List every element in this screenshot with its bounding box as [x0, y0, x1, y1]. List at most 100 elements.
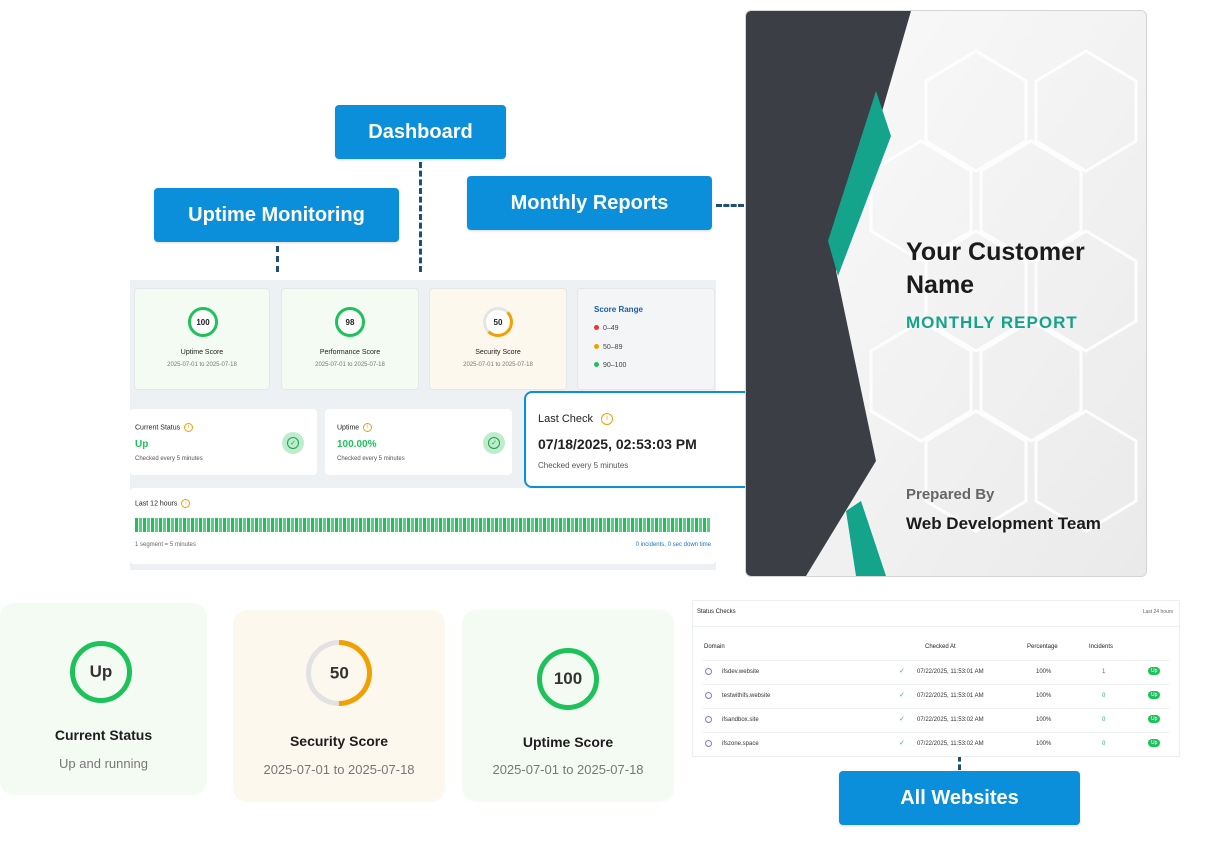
incidents-note[interactable]: 0 incidents, 0 sec down time	[636, 542, 711, 548]
uptime-segment[interactable]	[279, 518, 282, 532]
uptime-segment[interactable]	[439, 518, 442, 532]
uptime-segment[interactable]	[655, 518, 658, 532]
uptime-segment[interactable]	[587, 518, 590, 532]
uptime-segment[interactable]	[431, 518, 434, 532]
uptime-segment[interactable]	[355, 518, 358, 532]
uptime-segment[interactable]	[687, 518, 690, 532]
uptime-segment[interactable]	[383, 518, 386, 532]
uptime-segment[interactable]	[511, 518, 514, 532]
uptime-segment[interactable]	[283, 518, 286, 532]
uptime-segment[interactable]	[639, 518, 642, 532]
uptime-segment[interactable]	[679, 518, 682, 532]
uptime-segment[interactable]	[699, 518, 702, 532]
uptime-segment[interactable]	[471, 518, 474, 532]
uptime-segment[interactable]	[555, 518, 558, 532]
uptime-segment[interactable]	[495, 518, 498, 532]
uptime-segment[interactable]	[399, 518, 402, 532]
uptime-segment[interactable]	[415, 518, 418, 532]
uptime-segment[interactable]	[211, 518, 214, 532]
uptime-segment[interactable]	[147, 518, 150, 532]
uptime-segment[interactable]	[287, 518, 290, 532]
uptime-segment[interactable]	[411, 518, 414, 532]
uptime-segment[interactable]	[627, 518, 630, 532]
uptime-segment[interactable]	[535, 518, 538, 532]
uptime-segment[interactable]	[703, 518, 706, 532]
uptime-segment[interactable]	[579, 518, 582, 532]
uptime-segment[interactable]	[651, 518, 654, 532]
uptime-segment[interactable]	[563, 518, 566, 532]
uptime-segment[interactable]	[291, 518, 294, 532]
uptime-segment[interactable]	[611, 518, 614, 532]
uptime-segment[interactable]	[155, 518, 158, 532]
uptime-segment[interactable]	[335, 518, 338, 532]
uptime-segment[interactable]	[443, 518, 446, 532]
uptime-segment[interactable]	[575, 518, 578, 532]
domain-cell[interactable]: ifsandbox.site	[722, 717, 759, 723]
uptime-segment[interactable]	[451, 518, 454, 532]
uptime-segment[interactable]	[303, 518, 306, 532]
uptime-segment[interactable]	[663, 518, 666, 532]
uptime-segment[interactable]	[187, 518, 190, 532]
uptime-segment[interactable]	[539, 518, 542, 532]
uptime-segment[interactable]	[487, 518, 490, 532]
uptime-segment[interactable]	[351, 518, 354, 532]
uptime-segment[interactable]	[159, 518, 162, 532]
uptime-segment[interactable]	[675, 518, 678, 532]
uptime-segment[interactable]	[391, 518, 394, 532]
uptime-segment[interactable]	[499, 518, 502, 532]
uptime-segment[interactable]	[423, 518, 426, 532]
table-row[interactable]: ifsdev.website ✓ 07/22/2025, 11:53:01 AM…	[703, 660, 1169, 684]
domain-cell[interactable]: ifsdev.website	[722, 669, 759, 675]
uptime-segment[interactable]	[167, 518, 170, 532]
uptime-segment[interactable]	[475, 518, 478, 532]
uptime-segment[interactable]	[519, 518, 522, 532]
uptime-segment[interactable]	[683, 518, 686, 532]
uptime-segment[interactable]	[307, 518, 310, 532]
uptime-segment[interactable]	[607, 518, 610, 532]
uptime-segment[interactable]	[615, 518, 618, 532]
domain-cell[interactable]: ifszone.space	[722, 741, 759, 747]
uptime-segment[interactable]	[263, 518, 266, 532]
uptime-segment[interactable]	[551, 518, 554, 532]
uptime-segment[interactable]	[387, 518, 390, 532]
uptime-segment[interactable]	[207, 518, 210, 532]
info-icon[interactable]: i	[601, 413, 614, 426]
uptime-segment[interactable]	[219, 518, 222, 532]
uptime-segment[interactable]	[327, 518, 330, 532]
uptime-segment[interactable]	[311, 518, 314, 532]
uptime-segment[interactable]	[467, 518, 470, 532]
uptime-segment[interactable]	[267, 518, 270, 532]
uptime-segment[interactable]	[243, 518, 246, 532]
uptime-segment[interactable]	[643, 518, 646, 532]
uptime-segment[interactable]	[195, 518, 198, 532]
uptime-segment[interactable]	[455, 518, 458, 532]
uptime-segment[interactable]	[507, 518, 510, 532]
info-icon[interactable]: i	[363, 423, 373, 432]
uptime-segment[interactable]	[179, 518, 182, 532]
uptime-segment[interactable]	[239, 518, 242, 532]
uptime-segment[interactable]	[647, 518, 650, 532]
uptime-segment[interactable]	[203, 518, 206, 532]
uptime-segment[interactable]	[175, 518, 178, 532]
uptime-segment[interactable]	[623, 518, 626, 532]
uptime-segment[interactable]	[319, 518, 322, 532]
uptime-segment[interactable]	[299, 518, 302, 532]
uptime-segment[interactable]	[671, 518, 674, 532]
uptime-segment[interactable]	[515, 518, 518, 532]
uptime-segment[interactable]	[199, 518, 202, 532]
uptime-segment[interactable]	[407, 518, 410, 532]
uptime-segment[interactable]	[447, 518, 450, 532]
uptime-segment[interactable]	[479, 518, 482, 532]
uptime-segment[interactable]	[527, 518, 530, 532]
domain-cell[interactable]: testwithifs.website	[722, 693, 770, 699]
uptime-segment[interactable]	[583, 518, 586, 532]
info-icon[interactable]: i	[181, 499, 191, 508]
uptime-segment[interactable]	[331, 518, 334, 532]
info-icon[interactable]: i	[184, 423, 194, 432]
uptime-segment[interactable]	[295, 518, 298, 532]
uptime-segment[interactable]	[151, 518, 154, 532]
uptime-segment[interactable]	[595, 518, 598, 532]
uptime-segment[interactable]	[691, 518, 694, 532]
uptime-segment[interactable]	[435, 518, 438, 532]
uptime-segment[interactable]	[367, 518, 370, 532]
